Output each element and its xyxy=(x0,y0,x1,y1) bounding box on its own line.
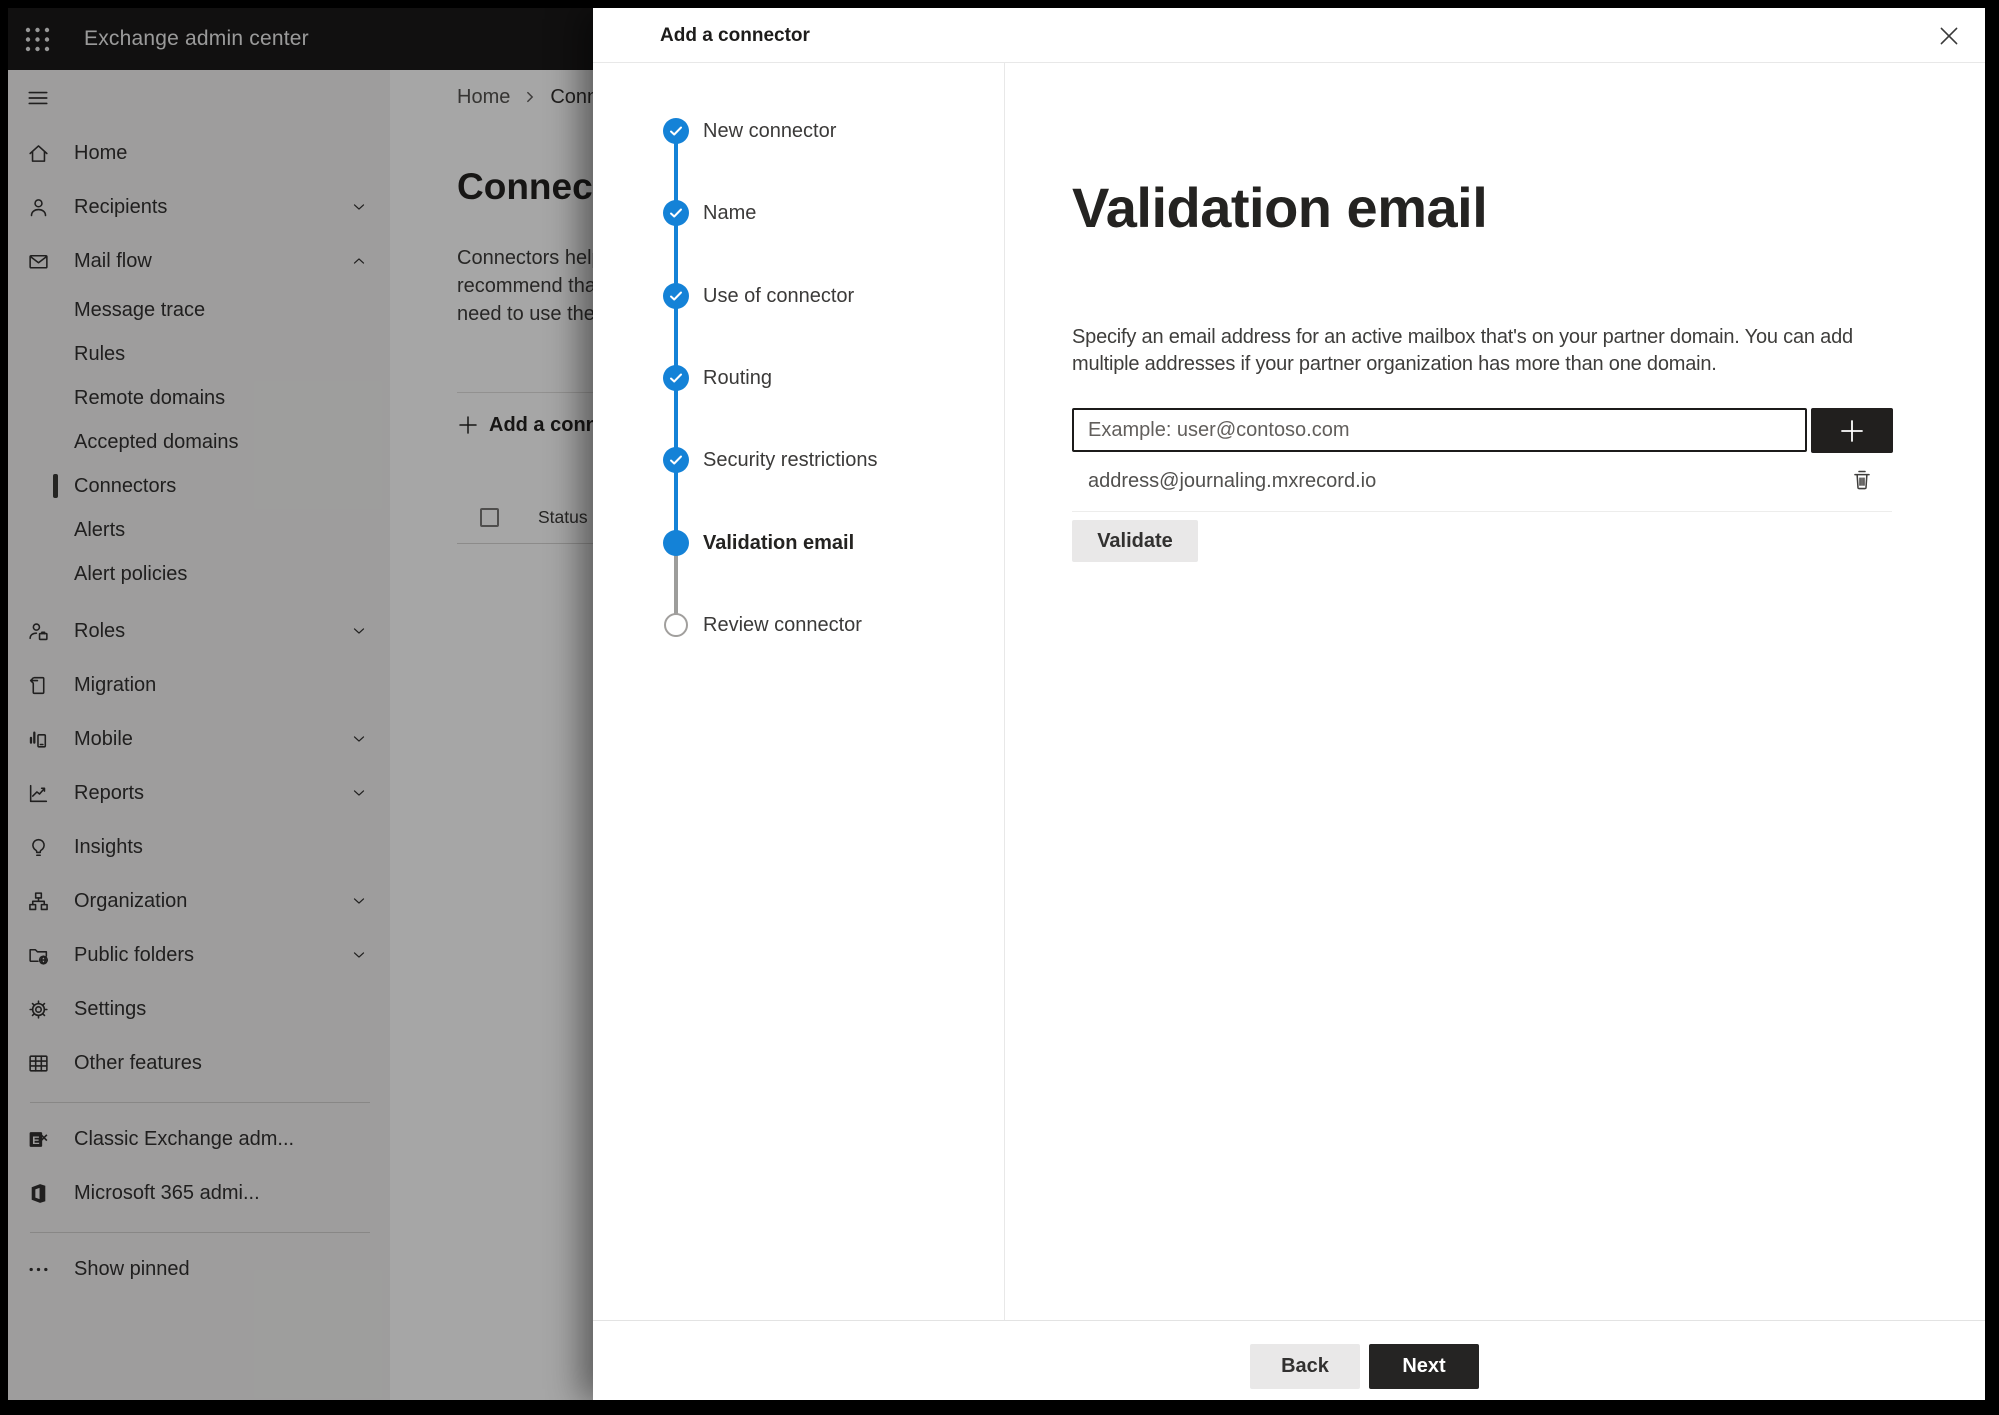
add-email-button[interactable] xyxy=(1811,408,1893,453)
close-button[interactable] xyxy=(1935,22,1963,50)
step-review-connector[interactable]: Review connector xyxy=(663,612,862,638)
validation-email-input[interactable] xyxy=(1072,408,1807,452)
wizard-rail-completed xyxy=(674,131,678,543)
dialog-footer: Back Next xyxy=(593,1320,1985,1400)
check-icon xyxy=(670,126,682,136)
check-icon xyxy=(670,208,682,218)
exchange-admin-app: Exchange admin center Home Recipients Ma… xyxy=(8,8,1985,1400)
back-button[interactable]: Back xyxy=(1250,1344,1360,1389)
validate-button[interactable]: Validate xyxy=(1072,520,1198,562)
step-routing[interactable]: Routing xyxy=(663,365,772,391)
step-validation-email[interactable]: Validation email xyxy=(663,530,854,556)
dialog-title: Add a connector xyxy=(660,25,810,46)
plus-icon xyxy=(1841,419,1863,442)
step-name[interactable]: Name xyxy=(663,200,756,226)
step-completed-dot xyxy=(663,365,689,391)
next-button[interactable]: Next xyxy=(1369,1344,1479,1389)
step-security-restrictions[interactable]: Security restrictions xyxy=(663,447,878,473)
step-heading: Validation email xyxy=(1072,176,1488,239)
step-current-dot xyxy=(663,530,689,556)
close-icon xyxy=(1940,27,1958,45)
add-connector-dialog: Add a connector New connector Name Use o… xyxy=(593,8,1985,1400)
dialog-header: Add a connector xyxy=(593,8,1985,63)
trash-icon xyxy=(1854,470,1870,490)
step-upcoming-dot xyxy=(664,613,688,637)
check-icon xyxy=(670,373,682,383)
step-description: Specify an email address for an active m… xyxy=(1072,326,1853,375)
step-use-of-connector[interactable]: Use of connector xyxy=(663,283,854,309)
validation-email-panel: Validation email Specify an email addres… xyxy=(1005,63,1985,1320)
delete-address-button[interactable] xyxy=(1847,465,1877,495)
step-completed-dot xyxy=(663,447,689,473)
validation-address: address@journaling.mxrecord.io xyxy=(1088,470,1377,492)
address-list-divider xyxy=(1072,511,1892,512)
step-completed-dot xyxy=(663,200,689,226)
wizard-steps: New connector Name Use of connector Rout… xyxy=(593,63,1005,1320)
check-icon xyxy=(670,291,682,301)
check-icon xyxy=(670,455,682,465)
step-new-connector[interactable]: New connector xyxy=(663,118,836,144)
step-completed-dot xyxy=(663,283,689,309)
step-completed-dot xyxy=(663,118,689,144)
